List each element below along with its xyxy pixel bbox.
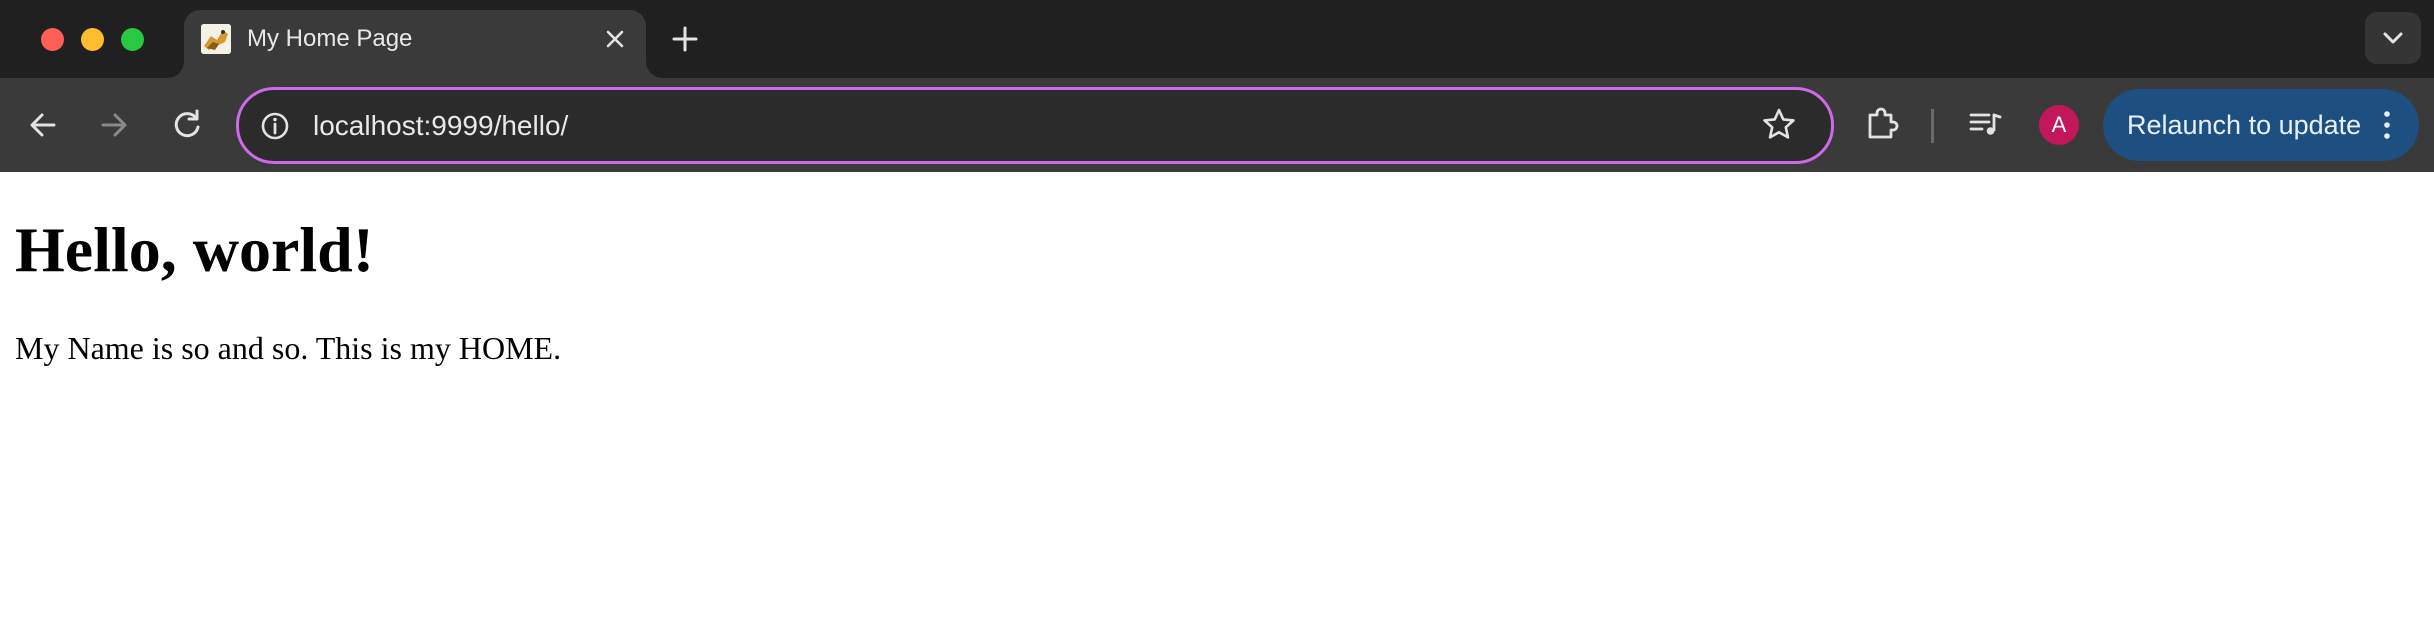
- toolbar-divider: [1931, 109, 1934, 143]
- playlist-music-icon: [1969, 113, 2002, 135]
- tab-title: My Home Page: [247, 25, 413, 52]
- maximize-window-button[interactable]: [121, 28, 144, 51]
- address-bar[interactable]: localhost:9999/hello/: [236, 87, 1834, 164]
- minimize-window-button[interactable]: [81, 28, 104, 51]
- reload-icon: [174, 109, 200, 138]
- arrow-right-icon: [101, 113, 127, 137]
- reload-button[interactable]: [163, 101, 211, 149]
- tab-my-home-page[interactable]: My Home Page: [168, 10, 662, 78]
- browser-toolbar: localhost:9999/hello/ A Relaunch to upda…: [0, 78, 2434, 172]
- bookmark-star-icon[interactable]: [1759, 105, 1799, 145]
- profile-avatar[interactable]: A: [2039, 105, 2079, 145]
- extensions-button[interactable]: [1858, 101, 1906, 149]
- relaunch-to-update-button[interactable]: Relaunch to update: [2103, 89, 2419, 161]
- new-tab-icon[interactable]: [668, 22, 702, 56]
- chevron-down-icon: [2383, 32, 2403, 44]
- site-info-icon[interactable]: [257, 108, 293, 144]
- favicon-icon: [201, 24, 231, 54]
- page-content: Hello, world! My Name is so and so. This…: [0, 172, 2434, 622]
- url-text[interactable]: localhost:9999/hello/: [313, 107, 568, 145]
- kebab-menu-icon[interactable]: [2377, 107, 2397, 143]
- close-tab-icon[interactable]: [602, 26, 628, 52]
- page-paragraph: My Name is so and so. This is my HOME.: [15, 330, 562, 366]
- close-window-button[interactable]: [41, 28, 64, 51]
- tab-search-button[interactable]: [2365, 12, 2421, 64]
- page-heading: Hello, world!: [15, 214, 375, 285]
- tab-strip: My Home Page: [0, 0, 2434, 78]
- puzzle-piece-icon: [1868, 107, 1899, 139]
- relaunch-label: Relaunch to update: [2127, 110, 2362, 140]
- forward-button[interactable]: [90, 101, 138, 149]
- back-button[interactable]: [19, 101, 67, 149]
- arrow-left-icon: [30, 113, 56, 137]
- media-controls-button[interactable]: [1962, 101, 2010, 149]
